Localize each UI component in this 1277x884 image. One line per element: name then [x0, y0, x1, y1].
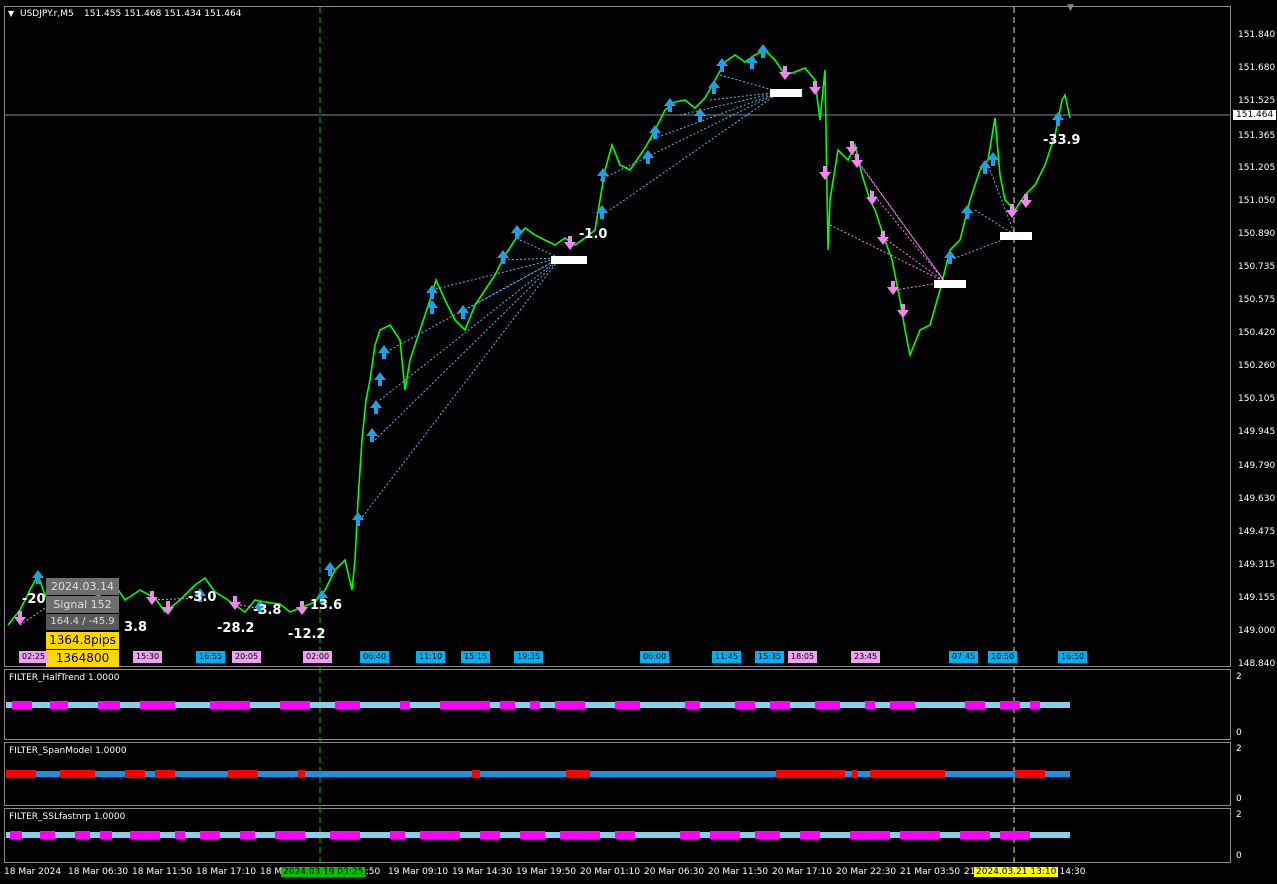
time-label: 18 M: [260, 867, 283, 877]
price-label: 151.525: [1238, 96, 1276, 106]
scroll-marker-icon[interactable]: ▼: [1067, 3, 1074, 13]
trade-label: -28.2: [217, 621, 255, 636]
spanmodel-label: FILTER_SpanModel 1.0000: [9, 746, 127, 756]
time-label: 20 Mar 11:50: [708, 867, 769, 877]
time-label: 19 Mar 19:50: [516, 867, 577, 877]
price-label: 151.365: [1238, 131, 1276, 141]
time-tag: 02:25: [19, 651, 49, 663]
halftrend-scale-top: 2: [1236, 672, 1242, 682]
trade-label: -33.9: [1043, 133, 1081, 148]
collapse-triangle-icon[interactable]: ▼: [8, 9, 14, 18]
result-bar: [1000, 232, 1032, 240]
cursor-time-label-1: 2024.03.19 03:25: [281, 867, 366, 877]
time-tag: 15:15: [461, 651, 491, 663]
price-label: 149.630: [1238, 494, 1276, 504]
price-label: 151.050: [1238, 196, 1276, 206]
time-tag: 23:45: [851, 651, 881, 663]
price-label: 150.260: [1238, 361, 1276, 371]
sell-arrows: [14, 66, 1032, 625]
time-tag: 15:30: [133, 651, 163, 663]
time-tag: 06:00: [640, 651, 670, 663]
time-tag: 02:00: [303, 651, 333, 663]
price-label: 151.840: [1238, 30, 1276, 40]
time-tag: 16:55: [196, 651, 226, 663]
time-label: 20 Mar 22:30: [836, 867, 897, 877]
time-tag: 18:05: [788, 651, 818, 663]
time-label: 21 Mar 03:50: [900, 867, 961, 877]
time-tag: 16:50: [1058, 651, 1088, 663]
time-label: 18 Mar 2024: [4, 867, 62, 877]
price-label: 149.000: [1238, 626, 1276, 636]
spanmodel-scale-top: 2: [1236, 744, 1242, 754]
price-label: 149.945: [1238, 427, 1276, 437]
trade-label: -12.2: [288, 627, 326, 642]
trade-label: -1.0: [579, 227, 608, 242]
trade-label: 3.8: [124, 620, 148, 635]
price-series: [7, 49, 1071, 626]
time-label: 19 Mar 14:30: [452, 867, 513, 877]
info-pips: 1364.8pips: [46, 632, 119, 649]
time-tag: 07:45: [949, 651, 979, 663]
time-tag: 11:45: [712, 651, 742, 663]
price-label: 149.155: [1238, 593, 1276, 603]
time-tag: 06:40: [360, 651, 390, 663]
price-label: 150.420: [1238, 328, 1276, 338]
time-label: 18 Mar 17:10: [196, 867, 257, 877]
result-bar: [770, 89, 802, 97]
price-label: 148.840: [1238, 659, 1276, 669]
sslfastnrp-label: FILTER_SSLfastnrp 1.0000: [9, 812, 126, 822]
time-tag: 20:05: [232, 651, 262, 663]
time-tag: 15:35: [755, 651, 785, 663]
info-date: 2024.03.14: [46, 578, 119, 595]
time-label: 18 Mar 11:50: [132, 867, 193, 877]
halftrend-scale-bottom: 0: [1236, 728, 1242, 738]
trade-lines-blue: [359, 74, 1016, 521]
price-label: 151.680: [1238, 63, 1276, 73]
sslfastnrp-scale-bottom: 0: [1236, 851, 1242, 861]
result-bar: [551, 256, 587, 264]
time-tag: 10:50: [988, 651, 1018, 663]
time-label: 18 Mar 06:30: [68, 867, 129, 877]
trade-label: -3.0: [188, 590, 217, 605]
info-signal: Signal 152: [46, 596, 119, 613]
price-label: 150.105: [1238, 394, 1276, 404]
price-label: 149.315: [1238, 560, 1276, 570]
trade-label: 13.6: [310, 598, 343, 613]
info-ratio: 164.4 / -45.9: [46, 614, 119, 630]
time-tag: 11:10: [416, 651, 446, 663]
trade-label: -20: [22, 592, 46, 607]
time-label: 20 Mar 01:10: [580, 867, 641, 877]
sslfastnrp-scale-top: 2: [1236, 810, 1242, 820]
buy-arrows: [32, 44, 1064, 614]
trade-lines-pink: [19, 149, 946, 626]
time-label: 19 Mar 09:10: [388, 867, 449, 877]
trade-label: -3.8: [253, 603, 282, 618]
time-label: 20 Mar 06:30: [644, 867, 705, 877]
price-label: 151.205: [1238, 163, 1276, 173]
time-tag: 19:35: [514, 651, 544, 663]
current-price-label: 151.464: [1233, 110, 1277, 120]
halftrend-label: FILTER_HalfTrend 1.0000: [9, 673, 120, 683]
spanmodel-scale-bottom: 0: [1236, 794, 1242, 804]
price-label: 150.575: [1238, 295, 1276, 305]
cursor-time-label-2: 2024.03.21 13:10: [974, 867, 1059, 877]
price-chart-canvas: [5, 7, 1231, 866]
chart-ohlc: 151.455 151.468 151.434 151.464: [84, 9, 242, 19]
price-label: 150.735: [1238, 262, 1276, 272]
price-label: 149.790: [1238, 461, 1276, 471]
chart-symbol: USDJPY.r,M5: [20, 9, 74, 19]
price-label: 149.475: [1238, 527, 1276, 537]
time-label: 20 Mar 17:10: [772, 867, 833, 877]
result-bar: [934, 280, 966, 288]
price-label: 150.890: [1238, 229, 1276, 239]
info-total: 1364800: [46, 650, 119, 667]
